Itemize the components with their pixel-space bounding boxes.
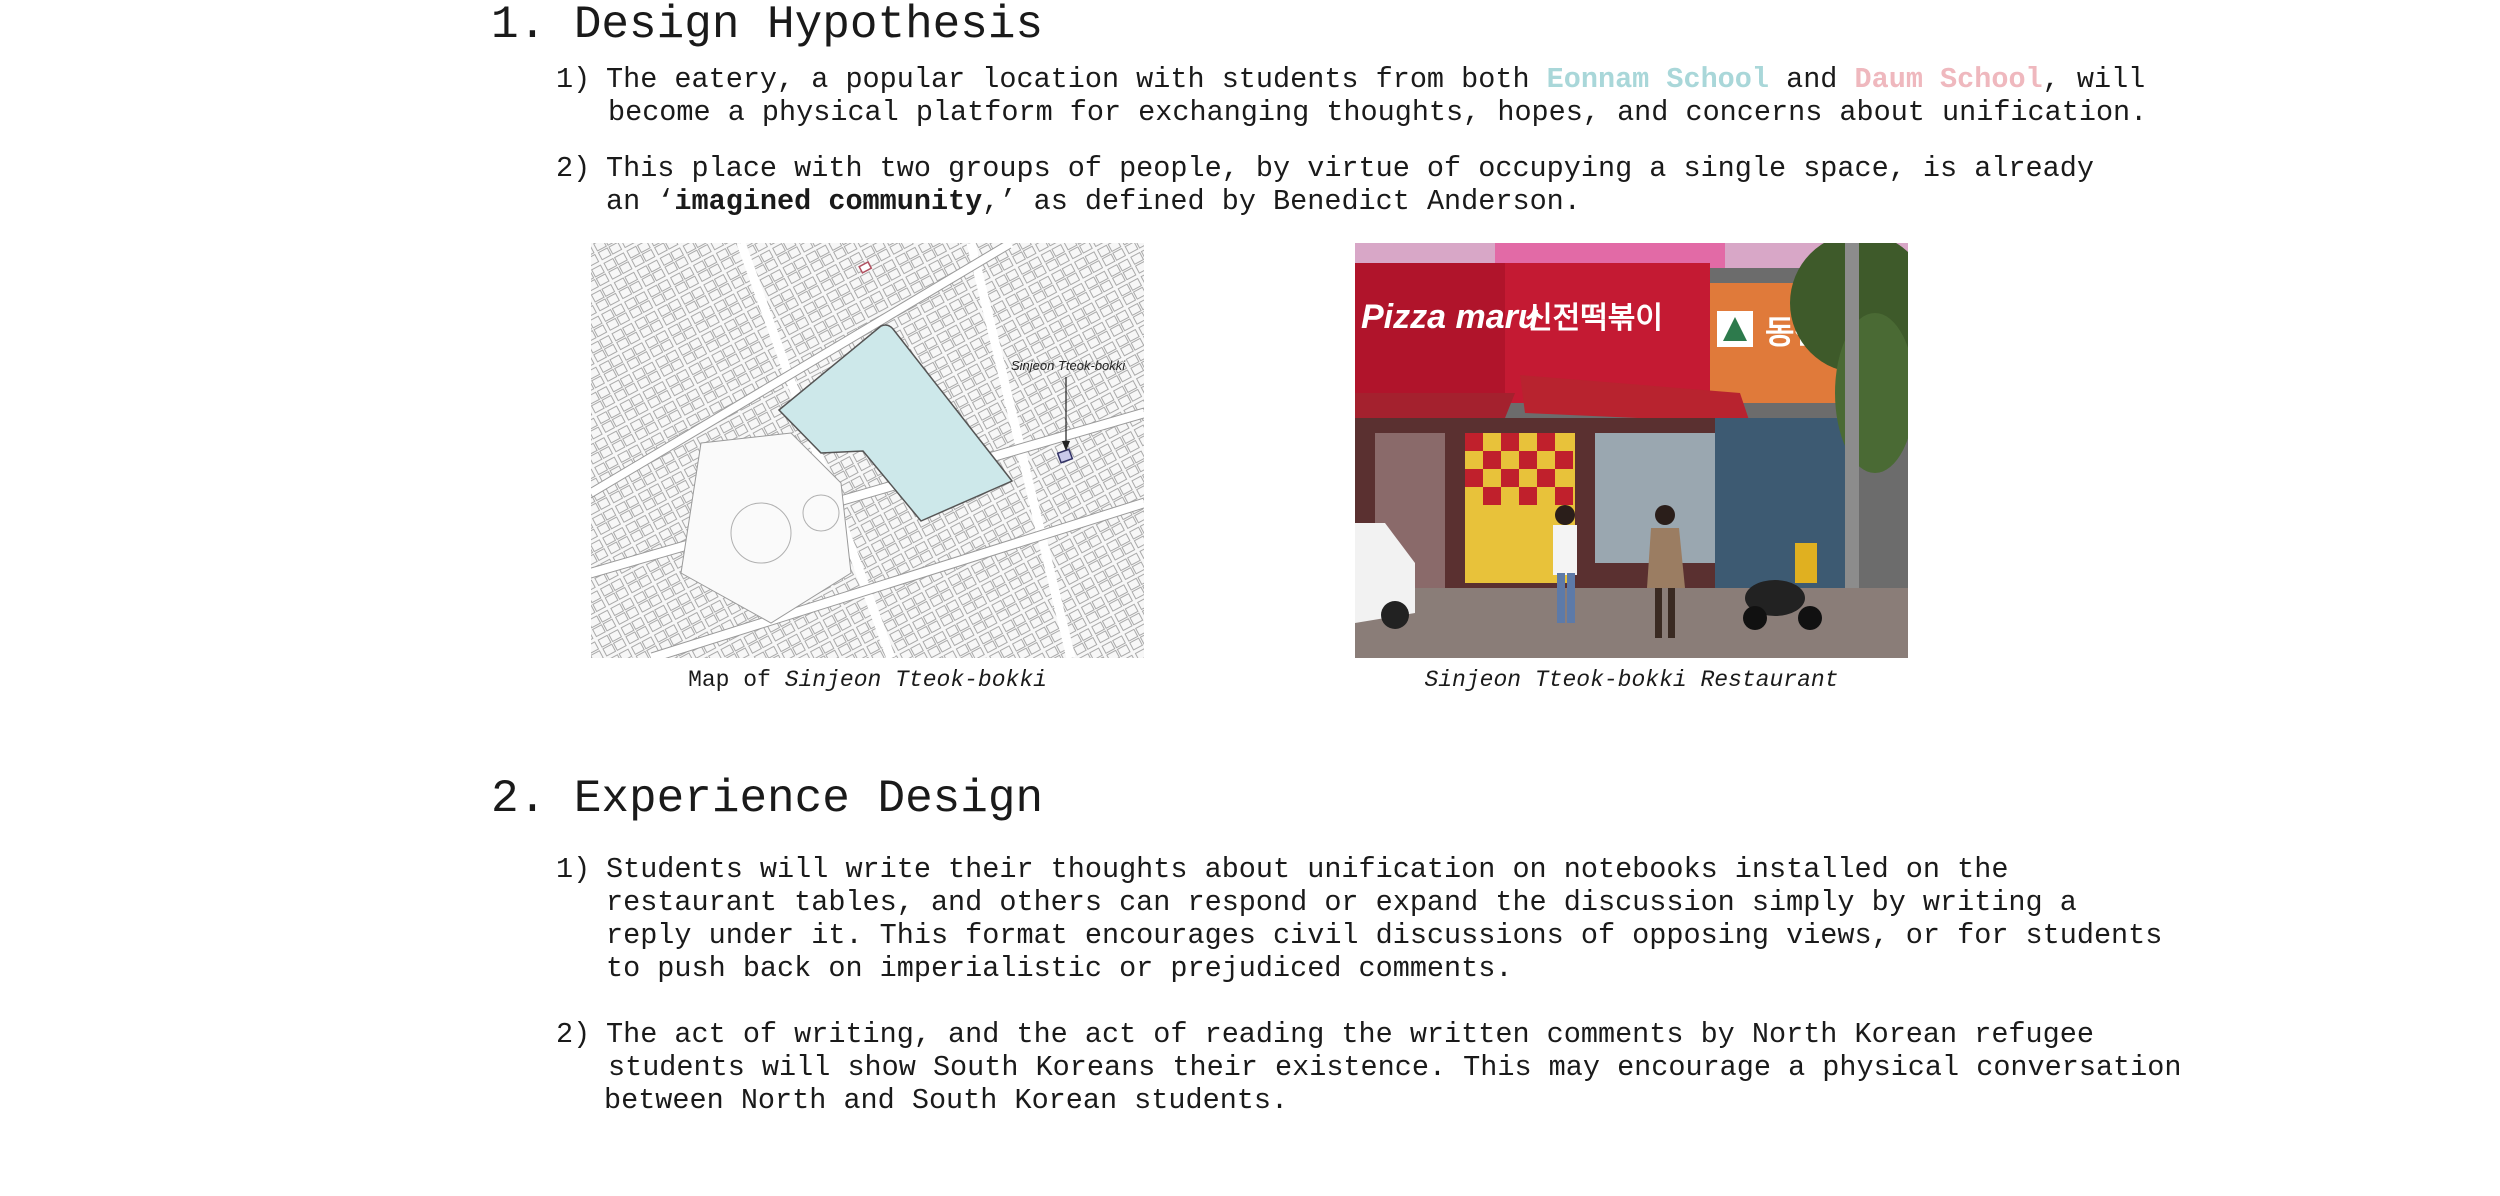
- item-number: 1): [556, 853, 591, 886]
- item-text: The eatery, a popular location with stud…: [606, 63, 1547, 96]
- line2-suffix: ,’ as defined by Benedict Anderson.: [982, 185, 1581, 218]
- item-text-and: and: [1769, 63, 1855, 96]
- daum-school-label: Daum School: [1854, 63, 2043, 96]
- map-caption: Map of Sinjeon Tteok-bokki: [591, 666, 1144, 694]
- experience-item-1: 1) Students will write their thoughts abo…: [556, 853, 2162, 985]
- restaurant-photo-illustration: Pizza maru 신전떡볶이 동산: [1355, 243, 1908, 658]
- item-text-line1: This place with two groups of people, by…: [606, 152, 2094, 185]
- restaurant-photo: Pizza maru 신전떡볶이 동산: [1355, 243, 1908, 658]
- item-number: 2): [556, 152, 591, 185]
- experience-item-2: 2) The act of writing, and the act of rea…: [556, 1018, 2181, 1117]
- eonnam-school-label: Eonnam School: [1546, 63, 1769, 96]
- map-caption-italic: Sinjeon Tteok-bokki: [784, 667, 1047, 693]
- item-line-1: The act of writing, and the act of readi…: [606, 1018, 2094, 1051]
- photo-caption-italic: Sinjeon Tteok-bokki Restaurant: [1424, 667, 1839, 693]
- item-text-line2: become a physical platform for exchangin…: [608, 96, 2148, 129]
- photo-caption: Sinjeon Tteok-bokki Restaurant: [1355, 666, 1908, 694]
- pizza-maru-sign: Pizza maru: [1361, 298, 1539, 336]
- item-line-2: restaurant tables, and others can respon…: [606, 886, 2077, 919]
- map-figure: Sinjeon Tteok-bokki: [591, 243, 1144, 658]
- item-text-will: , will: [2042, 63, 2146, 96]
- hypothesis-item-2: 2) This place with two groups of people, …: [556, 152, 2094, 218]
- item-line-3: reply under it. This format encourages c…: [606, 919, 2163, 952]
- imagined-community-term: imagined community: [674, 185, 983, 218]
- line2-prefix: an ‘: [606, 185, 675, 218]
- section-heading-design-hypothesis: 1. Design Hypothesis: [491, 0, 1044, 51]
- hypothesis-item-1: 1) The eatery, a popular location with st…: [556, 63, 2147, 129]
- item-line-1: Students will write their thoughts about…: [606, 853, 2009, 886]
- sinjeon-sign: 신전떡볶이: [1525, 301, 1663, 336]
- item-number: 2): [556, 1018, 591, 1051]
- item-text-line2: an ‘imagined community,’ as defined by B…: [556, 185, 2094, 218]
- item-line-2: students will show South Koreans their e…: [608, 1051, 2182, 1084]
- item-number: 1): [556, 63, 591, 96]
- street-map: Sinjeon Tteok-bokki: [591, 243, 1144, 658]
- map-restaurant-label: Sinjeon Tteok-bokki: [1011, 358, 1126, 373]
- item-line-4: to push back on imperialistic or prejudi…: [606, 952, 1513, 985]
- map-caption-prefix: Map of: [688, 667, 785, 693]
- item-line-3: between North and South Korean students.: [604, 1084, 1289, 1117]
- section-heading-experience-design: 2. Experience Design: [491, 773, 1044, 825]
